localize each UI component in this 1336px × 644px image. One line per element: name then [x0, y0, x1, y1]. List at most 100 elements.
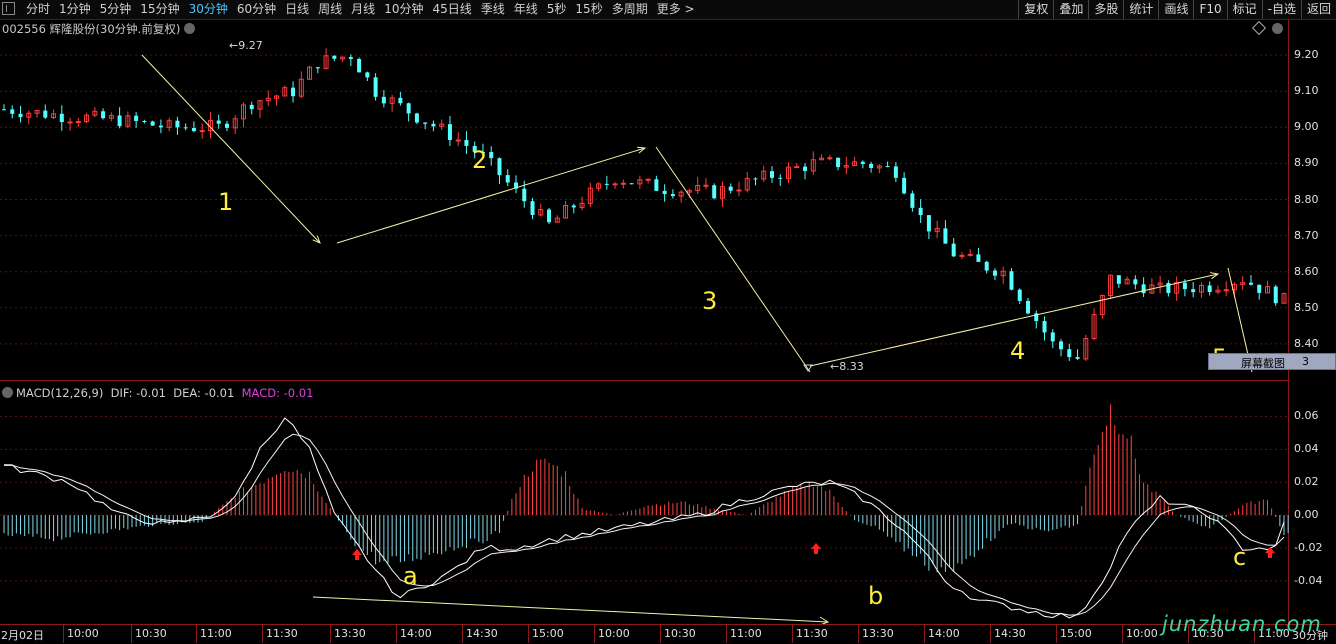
- candle-down: [753, 178, 758, 180]
- macd-tick-3: 0.00: [1294, 508, 1319, 522]
- time-tick-1: 10:00: [67, 627, 99, 640]
- time-tick-17: 10:00: [1126, 627, 1158, 640]
- candle-down: [348, 57, 353, 59]
- time-tick-mark: [462, 625, 463, 643]
- time-tick-mark: [990, 625, 991, 643]
- time-tick-11: 11:00: [730, 627, 762, 640]
- candle-down: [18, 113, 23, 118]
- candle-up: [620, 182, 626, 185]
- candle-down: [431, 123, 436, 127]
- wave-label-1: 1: [218, 188, 234, 216]
- kline-chart[interactable]: [0, 0, 1336, 643]
- time-tick-mark: [660, 625, 661, 643]
- divergence-label-b: b: [868, 582, 884, 610]
- time-tick-16: 15:00: [1060, 627, 1092, 640]
- divergence-label-c: c: [1233, 543, 1247, 571]
- time-tick-mark: [396, 625, 397, 643]
- candle-down: [1017, 289, 1022, 301]
- time-tick-3: 11:00: [200, 627, 232, 640]
- time-tick-12: 11:30: [796, 627, 828, 640]
- time-tick-0: 2月02日: [1, 629, 44, 642]
- price-tick-3: 8.90: [1294, 156, 1319, 170]
- price-tick-0: 9.20: [1294, 48, 1319, 62]
- candle-up: [612, 183, 618, 186]
- candle-down: [1042, 321, 1047, 333]
- candle-up: [75, 121, 81, 124]
- time-tick-8: 15:00: [532, 627, 564, 640]
- price-tick-1: 9.10: [1294, 84, 1319, 98]
- time-tick-mark: [63, 625, 64, 643]
- time-tick-mark: [924, 625, 925, 643]
- candle-up: [703, 184, 709, 187]
- candle-down: [505, 175, 510, 183]
- macd-dropdown-icon[interactable]: [2, 387, 13, 398]
- candle-down: [547, 209, 552, 223]
- candle-down: [976, 254, 981, 262]
- time-tick-6: 14:00: [400, 627, 432, 640]
- time-tick-mark: [131, 625, 132, 643]
- divergence-label-a: a: [403, 562, 418, 590]
- price-tick-6: 8.60: [1294, 264, 1319, 278]
- time-tick-2: 10:30: [135, 627, 167, 640]
- low-price-label: ←8.33: [830, 360, 864, 373]
- candle-down: [398, 97, 403, 104]
- candle-up: [199, 130, 205, 133]
- time-tick-4: 11:30: [266, 627, 298, 640]
- candle-down: [836, 157, 841, 168]
- macd-title: MACD(12,26,9) DIF: -0.01 DEA: -0.01 MACD…: [2, 386, 313, 400]
- macd-tick-4: -0.02: [1294, 541, 1323, 554]
- wave-label-2: 2: [472, 146, 488, 174]
- macd-tick-0: 0.06: [1294, 409, 1319, 423]
- candle-down: [134, 115, 139, 121]
- red-arrow-icon: [1268, 553, 1272, 558]
- time-tick-mark: [594, 625, 595, 643]
- time-tick-mark: [196, 625, 197, 643]
- candle-down: [860, 161, 865, 164]
- candle-down: [1141, 284, 1146, 294]
- candle-down: [332, 55, 337, 59]
- candle-up: [967, 253, 973, 256]
- candle-down: [869, 163, 874, 168]
- candle-down: [150, 121, 155, 126]
- time-tick-15: 14:30: [994, 627, 1026, 640]
- divergence-line: [312, 596, 829, 623]
- candle-down: [406, 103, 411, 114]
- candle-down: [629, 183, 634, 185]
- candle-down: [43, 110, 48, 118]
- candle-down: [423, 122, 428, 124]
- time-tick-mark: [792, 625, 793, 643]
- time-tick-mark: [726, 625, 727, 643]
- candle-down: [357, 58, 362, 73]
- candle-up: [645, 178, 651, 181]
- time-tick-mark: [330, 625, 331, 643]
- candle-up: [1223, 289, 1229, 292]
- candle-down: [224, 123, 229, 128]
- macd-tick-1: 0.04: [1294, 442, 1319, 456]
- low-marker-icon: [803, 364, 813, 372]
- price-tick-7: 8.50: [1294, 300, 1319, 314]
- candle-down: [1026, 300, 1030, 314]
- red-arrow-icon: [352, 549, 362, 555]
- candle-down: [365, 72, 370, 78]
- candle-down: [778, 177, 783, 179]
- candle-down: [10, 109, 15, 114]
- time-tick-5: 13:30: [334, 627, 366, 640]
- candle-down: [571, 205, 576, 208]
- time-tick-mark: [1056, 625, 1057, 643]
- candle-down: [770, 171, 774, 178]
- candle-down: [381, 96, 386, 104]
- price-tick-2: 9.00: [1294, 120, 1319, 134]
- candle-down: [158, 125, 163, 128]
- candle-down: [918, 207, 923, 216]
- candle-down: [992, 270, 997, 276]
- candle-down: [175, 120, 180, 128]
- candle-down: [1182, 282, 1187, 290]
- candle-up: [736, 189, 742, 192]
- dif-line: [3, 417, 1285, 619]
- candle-up: [794, 166, 800, 169]
- candle-down: [447, 124, 452, 141]
- red-arrow-icon: [355, 555, 359, 560]
- candle-down: [1207, 285, 1212, 293]
- time-tick-mark: [528, 625, 529, 643]
- candle-down: [1133, 279, 1138, 285]
